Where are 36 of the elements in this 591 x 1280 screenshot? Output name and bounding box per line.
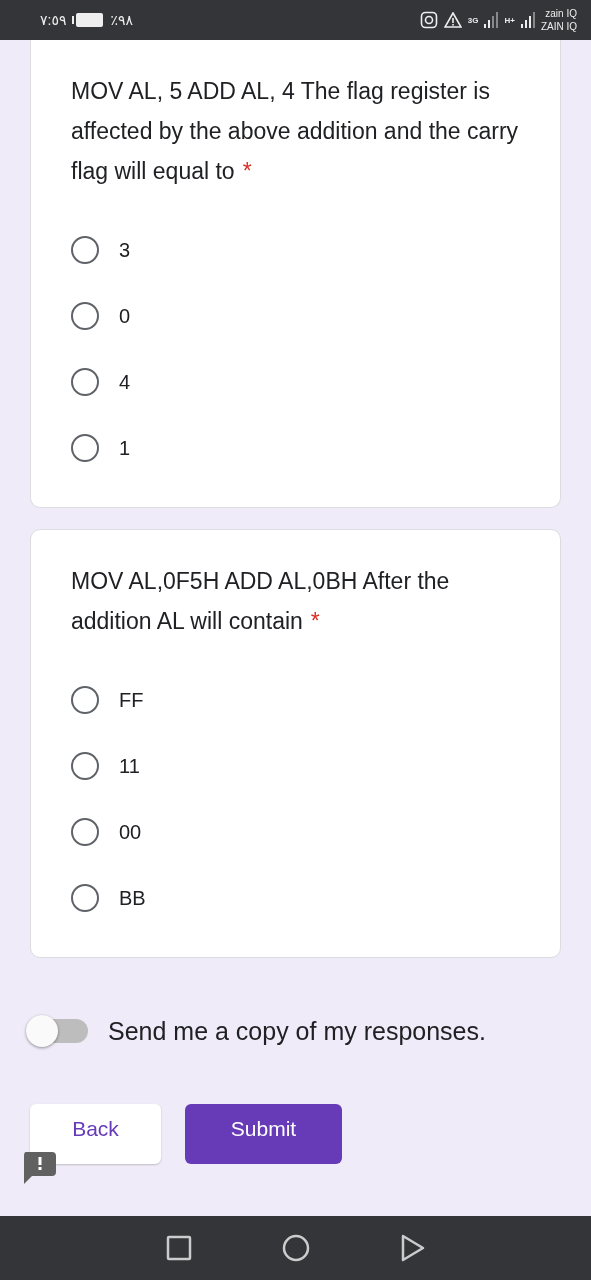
option-label: BB: [119, 886, 146, 910]
warning-icon: [443, 12, 462, 28]
network-type: 3G: [467, 15, 479, 25]
radio-button[interactable]: [71, 818, 99, 846]
clock: ٧:٥٩: [40, 12, 67, 28]
radio-button[interactable]: [71, 752, 99, 780]
option-label: 1: [119, 436, 131, 460]
radio-button[interactable]: [71, 434, 99, 462]
option-label: 3: [119, 238, 131, 262]
radio-button[interactable]: [71, 302, 99, 330]
option-label: 4: [119, 370, 131, 394]
feedback-icon[interactable]: [22, 1152, 56, 1186]
signal-icon: [484, 12, 499, 28]
battery-icon: [72, 12, 105, 28]
signal-icon: [520, 12, 535, 28]
camera-icon: [419, 11, 438, 29]
submit-button[interactable]: Submit: [185, 1104, 342, 1164]
carrier-name: zain IQ: [545, 7, 577, 20]
back-button[interactable]: Back: [30, 1104, 161, 1164]
recent-apps-icon[interactable]: [165, 1235, 192, 1261]
carrier-name: ZAIN IQ: [540, 20, 577, 33]
question-text: MOV AL, 5 ADD AL, 4 The flag register is affected by the above addition and the carry flag will equal to *: [71, 77, 520, 186]
toggle-label: Send me a copy of my responses.: [108, 1016, 486, 1046]
home-icon[interactable]: [281, 1234, 310, 1262]
back-icon[interactable]: [399, 1234, 426, 1262]
option-label: 0: [119, 304, 131, 328]
radio-button[interactable]: [71, 686, 99, 714]
option-label: 00: [119, 820, 142, 844]
radio-button[interactable]: [71, 368, 99, 396]
battery-percent: ٪٩٨: [110, 12, 134, 28]
question-text: MOV AL,0F5H ADD AL,0BH After the addition AL will contain *: [71, 567, 451, 636]
option-label: 11: [119, 754, 140, 778]
radio-button[interactable]: [71, 884, 99, 912]
option-label: FF: [119, 688, 144, 712]
radio-button[interactable]: [71, 236, 99, 264]
network-type: H+: [504, 15, 515, 25]
